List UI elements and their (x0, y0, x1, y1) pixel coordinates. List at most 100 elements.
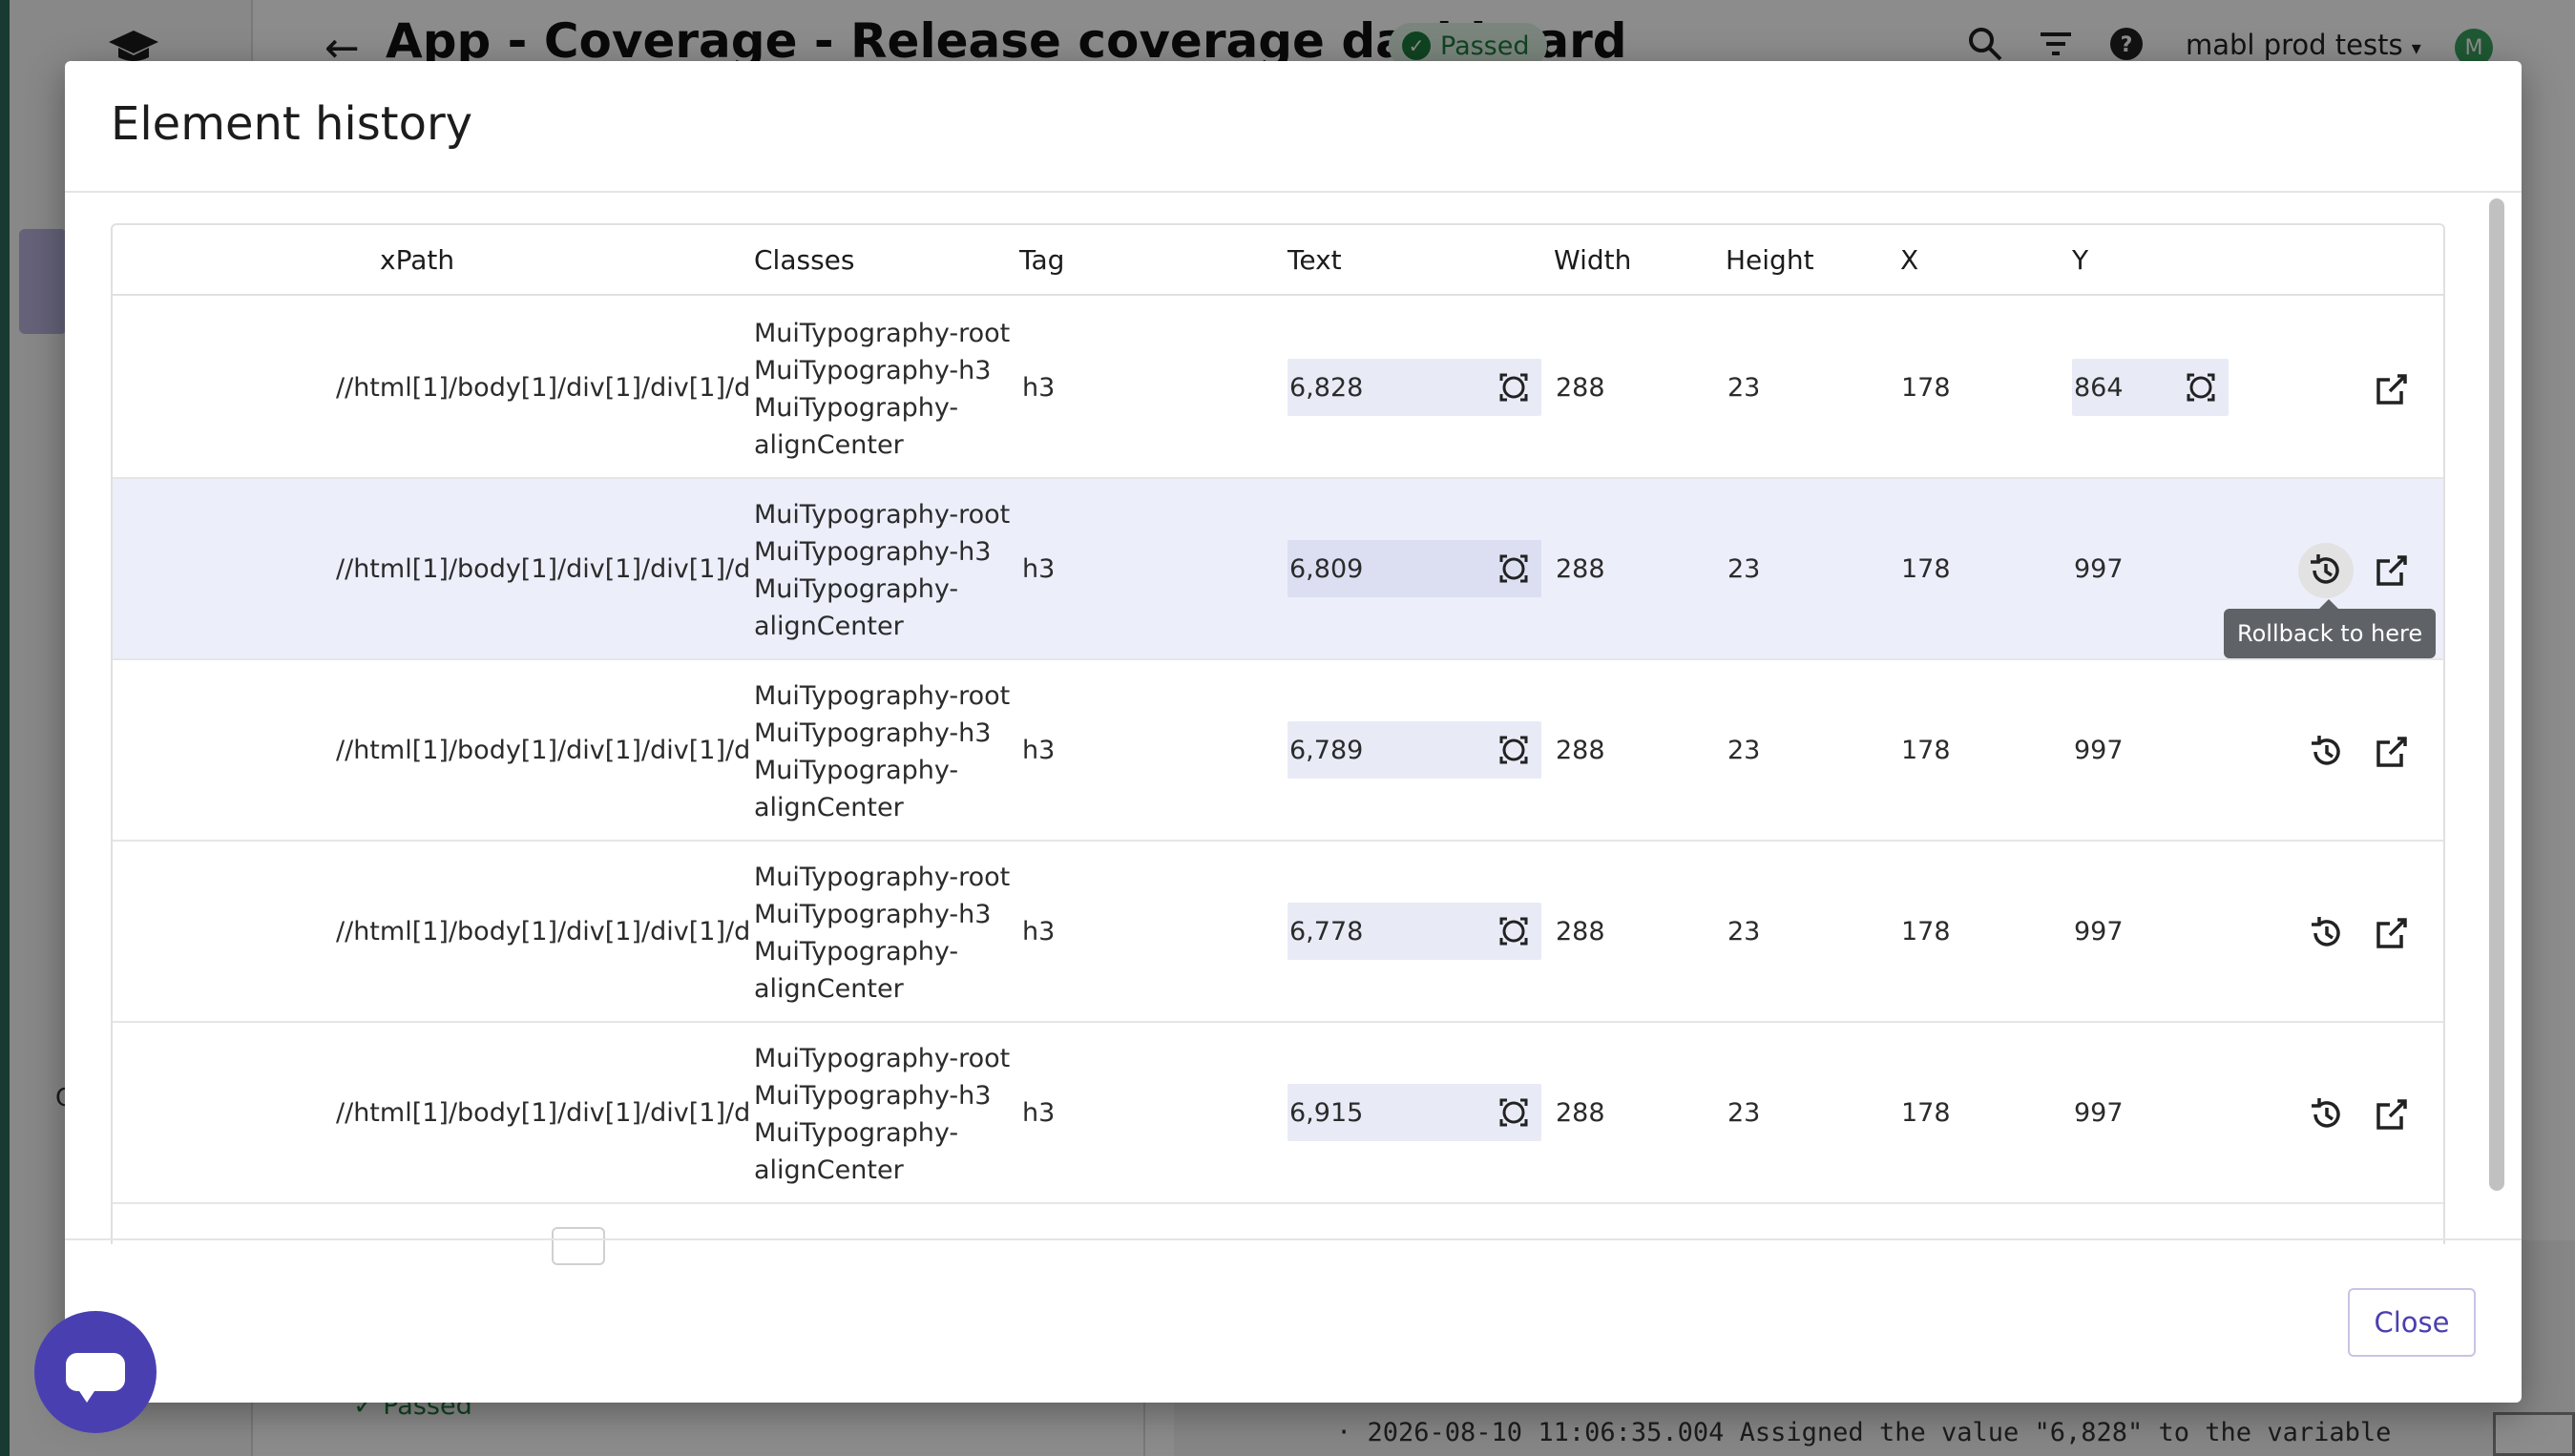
column-header-y: Y (2072, 244, 2089, 276)
class-name: MuiTypography-root (754, 500, 1011, 530)
close-button[interactable]: Close (2348, 1288, 2476, 1357)
dialog-title: Element history (111, 97, 473, 151)
width-cell: 288 (1556, 1098, 1605, 1128)
class-name: alignCenter (754, 974, 904, 1004)
divider (65, 1238, 2522, 1240)
open-in-new-icon[interactable] (2373, 1095, 2411, 1134)
tag-cell: h3 (1022, 373, 1056, 403)
open-in-new-icon[interactable] (2373, 733, 2411, 771)
rollback-history-icon[interactable] (2308, 1095, 2346, 1134)
height-cell: 23 (1727, 554, 1761, 584)
xpath-cell: //html[1]/body[1]/div[1]/div[1]/div[1 (336, 736, 748, 765)
tag-cell: h3 (1022, 1098, 1056, 1128)
open-in-new-icon[interactable] (2373, 551, 2411, 590)
class-name: MuiTypography- (754, 937, 959, 967)
width-cell: 288 (1556, 554, 1605, 584)
table-row[interactable]: /6C5WOkC68lvMK_//html[1]/body[1]/div[1]/… (113, 660, 2443, 842)
tag-cell: h3 (1022, 736, 1056, 765)
text-value: 6,809 (1289, 554, 1364, 584)
dialog-scrollbar[interactable] (2489, 198, 2504, 1191)
class-name: alignCenter (754, 793, 904, 822)
classes-cell: MuiTypography-root MuiTypography-h3 MuiTyp… (754, 315, 1010, 464)
y-cell: 997 (2074, 917, 2124, 946)
x-cell: 178 (1901, 736, 1951, 765)
x-cell: 178 (1901, 1098, 1951, 1128)
class-name: MuiTypography-h3 (754, 718, 992, 748)
column-header-xpath: xPath (380, 244, 455, 276)
text-value: 6,828 (1289, 373, 1364, 403)
tooltip-arrow (2319, 599, 2338, 609)
width-cell: 288 (1556, 373, 1605, 403)
column-header-width: Width (1554, 244, 1632, 276)
tooltip-label: Rollback to here (2237, 620, 2423, 647)
text-value-field: 6,778 (1288, 903, 1541, 960)
xpath-cell: //html[1]/body[1]/div[1]/div[1]/div[1 (336, 1098, 748, 1128)
element-history-table: xPath Classes Tag Text Width Height X Y … (111, 223, 2445, 1244)
open-in-new-icon[interactable] (2373, 914, 2411, 952)
locate-element-icon[interactable] (2185, 371, 2217, 404)
table-row[interactable]: /6C5WOkC68lvMK_//html[1]/body[1]/div[1]/… (113, 298, 2443, 479)
locate-element-icon[interactable] (1497, 371, 1530, 404)
x-cell: 178 (1901, 373, 1951, 403)
table-row[interactable]: /6C5WOkC68lvMK_//html[1]/body[1]/div[1]/… (113, 842, 2443, 1023)
class-name: alignCenter (754, 1155, 904, 1185)
column-header-text: Text (1288, 244, 1342, 276)
element-history-dialog: Element history xPath Classes Tag Text W… (65, 61, 2522, 1403)
width-cell: 288 (1556, 917, 1605, 946)
xpath-cell: //html[1]/body[1]/div[1]/div[1]/div[1 (336, 554, 748, 584)
table-header: xPath Classes Tag Text Width Height X Y (113, 225, 2443, 296)
text-value: 6,789 (1289, 736, 1364, 765)
class-name: MuiTypography-root (754, 1044, 1011, 1073)
height-cell: 23 (1727, 1098, 1761, 1128)
rollback-history-icon[interactable] (2298, 543, 2354, 598)
class-name: MuiTypography-h3 (754, 1081, 992, 1111)
column-header-tag: Tag (1019, 244, 1065, 276)
classes-cell: MuiTypography-root MuiTypography-h3 MuiTyp… (754, 496, 1010, 645)
rollback-tooltip: Rollback to here (2224, 599, 2437, 658)
text-value: 6,915 (1289, 1098, 1364, 1128)
class-name: MuiTypography- (754, 756, 959, 785)
table-row[interactable]: /6C5WOkC68lvMK_//html[1]/body[1]/div[1]/… (113, 1023, 2443, 1204)
text-value-field: 6,915 (1288, 1084, 1541, 1141)
divider (65, 191, 2522, 193)
class-name: MuiTypography- (754, 393, 959, 423)
text-value-field: 6,789 (1288, 721, 1541, 779)
height-cell: 23 (1727, 736, 1761, 765)
height-cell: 23 (1727, 917, 1761, 946)
class-name: MuiTypography-root (754, 681, 1011, 711)
locate-element-icon[interactable] (1497, 915, 1530, 947)
locate-element-icon[interactable] (1497, 1096, 1530, 1129)
width-cell: 288 (1556, 736, 1605, 765)
locate-element-icon[interactable] (1497, 552, 1530, 585)
class-name: alignCenter (754, 430, 904, 460)
column-header-x: X (1900, 244, 1919, 276)
rollback-history-icon[interactable] (2308, 733, 2346, 771)
pagination-control[interactable] (552, 1227, 605, 1265)
class-name: MuiTypography-root (754, 863, 1011, 892)
tag-cell: h3 (1022, 554, 1056, 584)
open-in-new-icon[interactable] (2373, 370, 2411, 408)
x-cell: 178 (1901, 554, 1951, 584)
class-name: MuiTypography-h3 (754, 537, 992, 567)
y-cell: 997 (2074, 554, 2124, 584)
classes-cell: MuiTypography-root MuiTypography-h3 MuiTyp… (754, 677, 1010, 826)
column-header-height: Height (1726, 244, 1814, 276)
table-row[interactable]: /6C5WOkC68lvMK_//html[1]/body[1]/div[1]/… (113, 479, 2443, 660)
class-name: MuiTypography-root (754, 319, 1011, 348)
chat-launcher-button[interactable] (34, 1311, 157, 1433)
rollback-history-icon[interactable] (2308, 914, 2346, 952)
class-name: MuiTypography- (754, 574, 959, 604)
class-name: MuiTypography-h3 (754, 900, 992, 929)
xpath-cell: //html[1]/body[1]/div[1]/div[1]/div[1 (336, 917, 748, 946)
classes-cell: MuiTypography-root MuiTypography-h3 MuiTyp… (754, 859, 1010, 1008)
xpath-cell: //html[1]/body[1]/div[1]/div[1]/div[1 (336, 373, 748, 403)
x-cell: 178 (1901, 917, 1951, 946)
chat-bubble-icon (66, 1353, 125, 1403)
y-cell: 997 (2074, 1098, 2124, 1128)
class-name: MuiTypography- (754, 1118, 959, 1148)
y-cell: 997 (2074, 736, 2124, 765)
text-value-field: 6,809 (1288, 540, 1541, 597)
locate-element-icon[interactable] (1497, 734, 1530, 766)
y-value-field: 864 (2072, 359, 2229, 416)
class-name: alignCenter (754, 612, 904, 641)
